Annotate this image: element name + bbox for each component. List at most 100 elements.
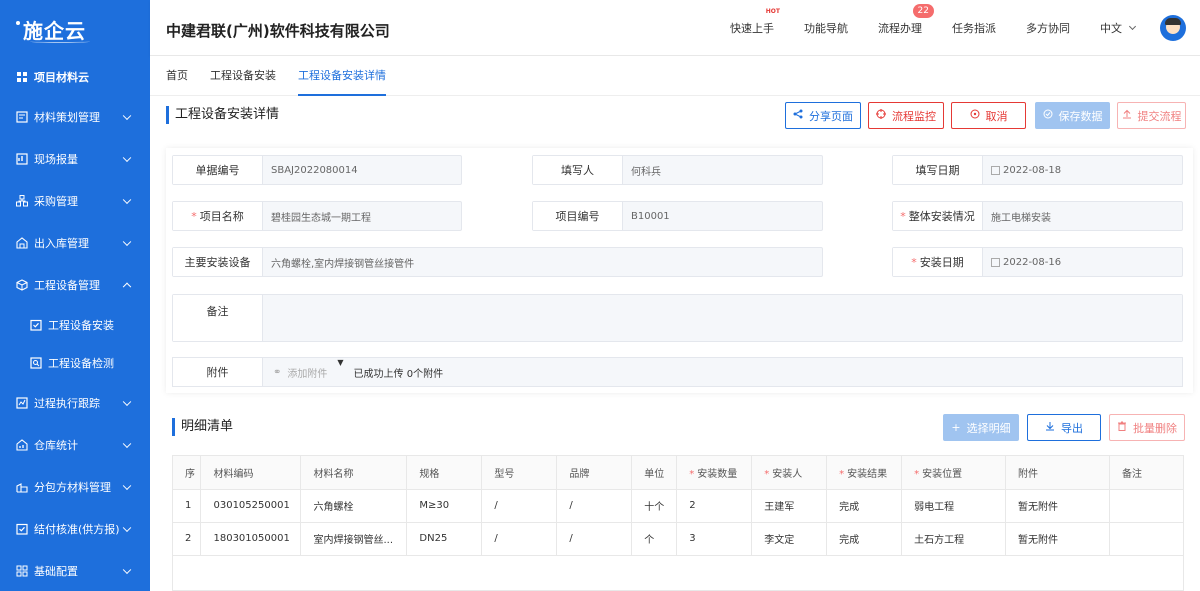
track-icon bbox=[16, 397, 28, 409]
remark-field: 备注 bbox=[172, 294, 1183, 342]
purchase-icon bbox=[16, 195, 28, 207]
field-value[interactable]: 六角螺栓,室内焊接钢管丝接管件 bbox=[263, 248, 822, 276]
sidebar-item-warehouse[interactable]: 出入库管理 bbox=[0, 222, 150, 264]
check-circle-icon bbox=[1043, 109, 1053, 122]
add-attachment-button[interactable]: ⚭ 添加附件 bbox=[263, 358, 327, 386]
label-text: 项目编号 bbox=[555, 210, 600, 223]
field-label: 备注 bbox=[173, 295, 263, 341]
table-cell: 十个 bbox=[631, 489, 678, 523]
detail-list-title: 明细清单 bbox=[172, 418, 233, 436]
sidebar-item-label: 工程设备管理 bbox=[34, 279, 100, 292]
share-page-button[interactable]: 分享页面 bbox=[785, 102, 861, 129]
sidebar-item-site-report[interactable]: 现场报量 bbox=[0, 138, 150, 180]
column-header: 材料编码 bbox=[200, 456, 302, 490]
sidebar-item-settle[interactable]: 结付核准(供方报) bbox=[0, 508, 150, 550]
table-row[interactable]: 1 030105250001 六角螺栓 M≥30// 十个 2 王建军 完成 弱电工程 暂无附件 bbox=[173, 489, 1183, 523]
logo-dot bbox=[16, 21, 20, 25]
field-value[interactable]: 碧桂园生态城一期工程 bbox=[263, 202, 461, 230]
sidebar-item-equipment[interactable]: 工程设备管理 bbox=[0, 264, 150, 306]
submit-process-button[interactable]: 提交流程 bbox=[1117, 102, 1186, 129]
share-icon bbox=[793, 109, 803, 122]
table-row[interactable]: 2 180301050001 室内焊接钢管丝... DN25// 个 3 李文定 完成 土石方工… bbox=[173, 522, 1183, 556]
caret-down-icon[interactable]: ▼ bbox=[337, 358, 343, 386]
sidebar-item-purchase[interactable]: 采购管理 bbox=[0, 180, 150, 222]
sidebar-item-basic-config[interactable]: 基础配置 bbox=[0, 550, 150, 591]
sidebar-subitem-inspect[interactable]: 工程设备检测 bbox=[0, 344, 150, 382]
button-label: 提交流程 bbox=[1137, 109, 1182, 123]
field-value[interactable]: B10001 bbox=[623, 202, 822, 230]
tab-equipment-install-detail[interactable]: 工程设备安装详情 bbox=[298, 56, 386, 96]
sidebar-subitem-label: 工程设备检测 bbox=[48, 357, 114, 370]
field-label: 项目编号 bbox=[533, 202, 623, 230]
column-header: 型号 bbox=[481, 456, 558, 490]
field-label: * 安装日期 bbox=[893, 248, 983, 276]
language-select[interactable]: 中文 bbox=[1100, 20, 1137, 36]
avatar[interactable] bbox=[1160, 15, 1186, 41]
required-mark: * bbox=[689, 468, 695, 480]
field-value[interactable]: 何科兵 bbox=[623, 156, 822, 184]
export-button[interactable]: 导出 bbox=[1027, 414, 1101, 441]
chevron-up-icon bbox=[122, 282, 132, 292]
field-label: 单据编号 bbox=[173, 156, 263, 184]
table-cell: 暂无附件 bbox=[1005, 489, 1110, 523]
nav-collaboration[interactable]: 多方协同 bbox=[1026, 20, 1070, 36]
tab-home[interactable]: 首页 bbox=[166, 56, 188, 96]
field-value[interactable]: 2022-08-16 bbox=[983, 248, 1182, 276]
batch-delete-button[interactable]: 批量删除 bbox=[1109, 414, 1185, 441]
install-status-field: * 整体安装情况 施工电梯安装 bbox=[892, 201, 1183, 231]
nav-quick-start[interactable]: 快速上手 HOT bbox=[730, 8, 780, 36]
project-name-field: * 项目名称 碧桂园生态城一期工程 bbox=[172, 201, 462, 231]
field-label: 附件 bbox=[173, 358, 263, 386]
sidebar-item-stats[interactable]: 仓库统计 bbox=[0, 424, 150, 466]
header-text: 序 bbox=[185, 468, 195, 480]
label-text: 安装日期 bbox=[919, 256, 964, 269]
field-value[interactable]: 2022-08-18 bbox=[983, 156, 1182, 184]
remark-textarea[interactable] bbox=[263, 295, 1182, 341]
sidebar-subitem-install[interactable]: 工程设备安装 bbox=[0, 306, 150, 344]
field-value[interactable]: 施工电梯安装 bbox=[983, 202, 1182, 230]
column-header: 品牌 bbox=[556, 456, 633, 490]
column-header: 附件 bbox=[1005, 456, 1110, 490]
header-text: 材料名称 bbox=[313, 468, 354, 480]
avatar-hair bbox=[1165, 18, 1181, 25]
sidebar-item-label: 采购管理 bbox=[34, 195, 78, 208]
save-data-button[interactable]: 保存数据 bbox=[1035, 102, 1110, 129]
label-text: 填写人 bbox=[561, 164, 594, 177]
header-text: 安装人 bbox=[772, 468, 803, 480]
header-text: 安装数量 bbox=[697, 468, 738, 480]
warehouse-icon bbox=[16, 237, 28, 249]
field-value[interactable]: SBAJ2022080014 bbox=[263, 156, 461, 184]
nav-function-guide[interactable]: 功能导航 bbox=[804, 20, 848, 36]
required-mark: * bbox=[900, 209, 906, 223]
select-detail-button[interactable]: + 选择明细 bbox=[943, 414, 1019, 441]
nav-task-assign[interactable]: 任务指派 bbox=[952, 20, 996, 36]
cancel-button[interactable]: 取消 bbox=[951, 102, 1026, 129]
nav-label: 快速上手 bbox=[730, 22, 774, 35]
header-nav: 快速上手 HOT 功能导航 流程办理 22 任务指派 多方协同 中文 bbox=[715, 0, 1200, 56]
process-monitor-button[interactable]: 流程监控 bbox=[868, 102, 944, 129]
sidebar-item-label: 材料策划管理 bbox=[34, 111, 100, 124]
notification-badge: 22 bbox=[912, 4, 934, 18]
logo[interactable]: 施企云 bbox=[0, 0, 150, 58]
required-mark: * bbox=[191, 209, 197, 223]
table-cell: 暂无附件 bbox=[1005, 522, 1110, 556]
header-text: 附件 bbox=[1018, 468, 1039, 480]
chevron-down-icon bbox=[122, 237, 132, 247]
cancel-circle-icon bbox=[970, 109, 980, 122]
calendar-icon bbox=[991, 257, 1000, 267]
report-icon bbox=[16, 153, 28, 165]
table-cell: / bbox=[481, 522, 558, 556]
sidebar-item-tracking[interactable]: 过程执行跟踪 bbox=[0, 382, 150, 424]
doc-no-field: 单据编号 SBAJ2022080014 bbox=[172, 155, 462, 185]
calendar-icon bbox=[991, 165, 1000, 175]
grid-icon bbox=[16, 565, 28, 577]
tab-equipment-install[interactable]: 工程设备安装 bbox=[210, 56, 276, 96]
check-doc-icon bbox=[30, 319, 42, 331]
sidebar-item-material-plan[interactable]: 材料策划管理 bbox=[0, 96, 150, 138]
plus-icon: + bbox=[951, 421, 961, 434]
nav-process[interactable]: 流程办理 22 bbox=[878, 4, 934, 36]
sidebar-item-subcontract[interactable]: 分包方材料管理 bbox=[0, 466, 150, 508]
required-mark: * bbox=[839, 468, 845, 480]
sidebar-item-project-material-cloud[interactable]: 项目材料云 bbox=[0, 58, 150, 96]
table-cell: / bbox=[481, 489, 558, 523]
